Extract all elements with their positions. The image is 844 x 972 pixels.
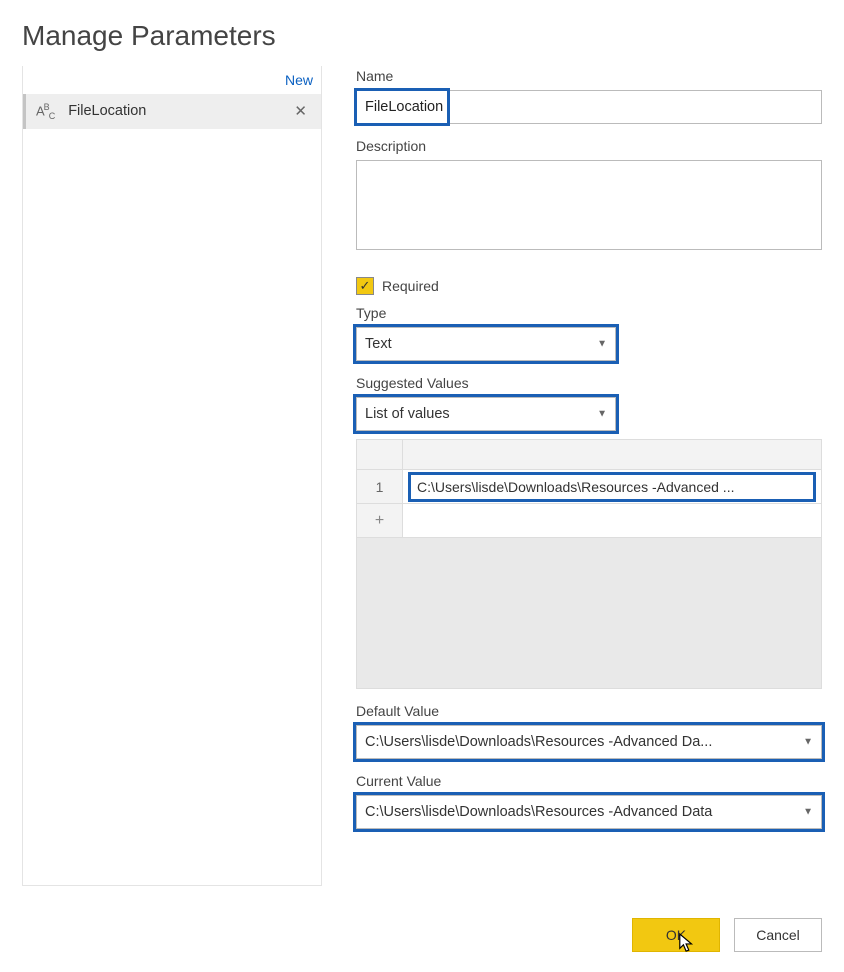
current-value-dropdown[interactable]: C:\Users\lisde\Downloads\Resources -Adva…	[356, 795, 822, 829]
parameter-item-name: FileLocation	[68, 103, 290, 119]
default-value-dropdown[interactable]: C:\Users\lisde\Downloads\Resources -Adva…	[356, 725, 822, 759]
chevron-down-icon: ▼	[803, 737, 813, 748]
ok-button[interactable]: OK	[632, 918, 720, 952]
parameter-list-pane: New ABC FileLocation ✕	[22, 66, 322, 886]
description-input[interactable]	[356, 160, 822, 250]
default-value-text: C:\Users\lisde\Downloads\Resources -Adva…	[365, 734, 712, 750]
required-label: Required	[382, 278, 439, 294]
current-value-label: Current Value	[356, 773, 822, 789]
dialog-title: Manage Parameters	[22, 20, 822, 52]
current-value-text: C:\Users\lisde\Downloads\Resources -Adva…	[365, 804, 712, 820]
values-grid-empty-area	[357, 538, 821, 688]
delete-parameter-icon[interactable]: ✕	[290, 102, 311, 120]
text-type-icon: ABC	[36, 102, 54, 121]
cancel-button-label: Cancel	[756, 927, 800, 943]
ok-button-label: OK	[666, 927, 686, 943]
type-dropdown[interactable]: Text ▼	[356, 327, 616, 361]
chevron-down-icon: ▼	[597, 409, 607, 420]
values-grid-header	[357, 440, 821, 470]
type-dropdown-value: Text	[365, 336, 392, 352]
values-grid-row[interactable]: 1 C:\Users\lisde\Downloads\Resources -Ad…	[357, 470, 821, 504]
dialog-content: New ABC FileLocation ✕ Name FileLocation…	[22, 66, 822, 886]
dialog-button-row: OK Cancel	[22, 918, 822, 952]
values-grid: 1 C:\Users\lisde\Downloads\Resources -Ad…	[356, 439, 822, 689]
parameter-list-item[interactable]: ABC FileLocation ✕	[23, 94, 321, 129]
chevron-down-icon: ▼	[597, 339, 607, 350]
parameter-list-header: New	[23, 66, 321, 94]
suggested-values-dropdown[interactable]: List of values ▼	[356, 397, 616, 431]
suggested-values-value: List of values	[365, 406, 450, 422]
manage-parameters-dialog: Manage Parameters New ABC FileLocation ✕…	[0, 0, 844, 972]
parameter-form: Name FileLocation Description ✓ Required…	[356, 66, 822, 886]
values-grid-row-value[interactable]: C:\Users\lisde\Downloads\Resources -Adva…	[411, 475, 813, 499]
chevron-down-icon: ▼	[803, 807, 813, 818]
suggested-values-label: Suggested Values	[356, 375, 822, 391]
values-grid-index-header	[357, 440, 403, 469]
values-grid-add-cell[interactable]	[403, 504, 821, 537]
description-label: Description	[356, 138, 822, 154]
new-parameter-link[interactable]: New	[285, 72, 313, 88]
type-label: Type	[356, 305, 822, 321]
default-value-label: Default Value	[356, 703, 822, 719]
values-grid-row-index: 1	[357, 470, 403, 503]
cancel-button[interactable]: Cancel	[734, 918, 822, 952]
add-row-icon[interactable]: +	[357, 504, 403, 537]
parameter-list-empty-area	[23, 129, 321, 885]
required-checkbox[interactable]: ✓	[356, 277, 374, 295]
values-grid-add-row[interactable]: +	[357, 504, 821, 538]
name-input[interactable]	[356, 90, 822, 124]
values-grid-value-header	[403, 440, 821, 469]
name-label: Name	[356, 68, 822, 84]
